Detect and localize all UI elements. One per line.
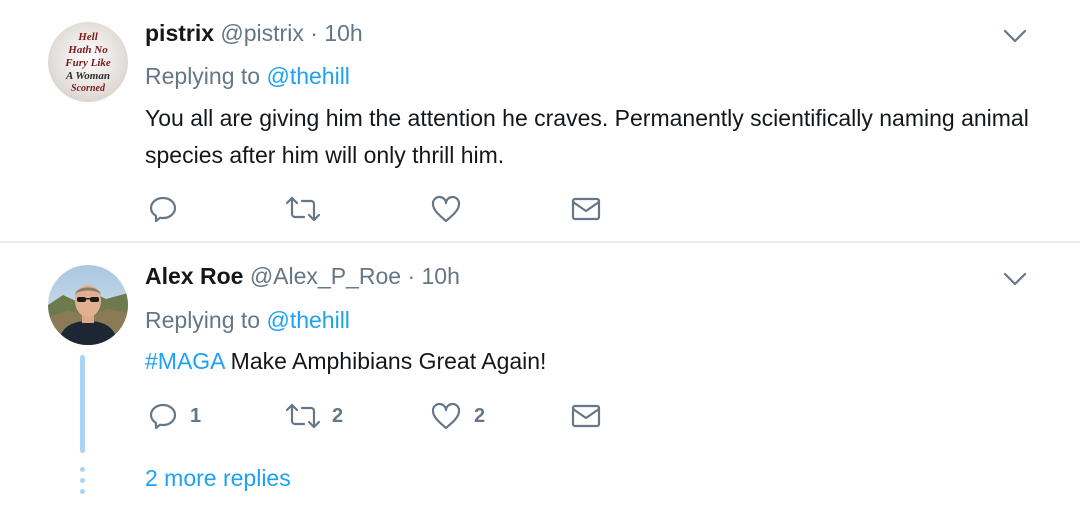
avatar-image: Hell Hath No Fury Like A Woman Scorned (48, 22, 128, 102)
timestamp[interactable]: 10h (422, 263, 460, 289)
user-handle[interactable]: @Alex_P_Roe (250, 263, 401, 289)
like-button[interactable]: 2 (430, 401, 485, 431)
direct-message-button[interactable] (570, 194, 602, 224)
chevron-down-icon[interactable] (1003, 271, 1027, 287)
like-count: 2 (474, 404, 486, 427)
reply-icon (148, 401, 178, 431)
retweet-icon (286, 401, 320, 431)
tweet-text: #MAGA Make Amphibians Great Again! (145, 343, 1045, 380)
thread-dot (80, 478, 85, 483)
tweet-text: You all are giving him the attention he … (145, 105, 1029, 168)
heart-icon (430, 194, 462, 224)
timestamp[interactable]: 10h (324, 20, 362, 46)
retweet-count: 2 (332, 404, 344, 427)
tweet-alex-roe[interactable]: Alex Roe @Alex_P_Roe · 10h Replying to @… (0, 243, 1080, 509)
tweet-header: pistrix @pistrix · 10h (145, 20, 363, 47)
replying-to: Replying to @thehill (145, 307, 350, 334)
svg-text:A Woman: A Woman (65, 70, 110, 82)
heart-icon (430, 401, 462, 431)
avatar[interactable]: Hell Hath No Fury Like A Woman Scorned (48, 22, 128, 102)
retweet-icon (286, 194, 320, 224)
thread-line (80, 355, 85, 453)
svg-text:Fury Like: Fury Like (64, 57, 111, 69)
reply-button[interactable]: 1 (148, 401, 201, 431)
tweet-body: Make Amphibians Great Again! (224, 348, 547, 374)
thread-dot (80, 467, 85, 472)
user-handle[interactable]: @pistrix (220, 20, 303, 46)
separator-dot: · (310, 20, 318, 46)
svg-text:Scorned: Scorned (71, 83, 106, 94)
svg-text:Hell: Hell (77, 31, 98, 43)
retweet-button[interactable] (286, 194, 320, 224)
replying-label: Replying to (145, 307, 261, 333)
reply-count: 1 (190, 404, 202, 427)
envelope-icon (570, 402, 602, 430)
display-name[interactable]: pistrix (145, 20, 214, 46)
tweet-header: Alex Roe @Alex_P_Roe · 10h (145, 263, 460, 290)
replying-to: Replying to @thehill (145, 63, 350, 90)
mention-link[interactable]: @thehill (266, 307, 349, 333)
chevron-down-icon[interactable] (1003, 28, 1027, 44)
more-replies-link[interactable]: 2 more replies (145, 465, 291, 492)
reply-icon (148, 194, 178, 224)
avatar[interactable] (48, 265, 128, 345)
tweet-actions (148, 194, 618, 224)
thread-dot (80, 489, 85, 494)
separator-dot: · (407, 263, 416, 289)
direct-message-button[interactable] (570, 401, 602, 431)
retweet-button[interactable]: 2 (286, 401, 343, 431)
like-button[interactable] (430, 194, 462, 224)
envelope-icon (570, 195, 602, 223)
mention-link[interactable]: @thehill (266, 63, 349, 89)
avatar-image (48, 265, 128, 345)
display-name[interactable]: Alex Roe (145, 263, 243, 289)
hashtag-link[interactable]: #MAGA (145, 348, 224, 374)
reply-button[interactable] (148, 194, 178, 224)
replying-label: Replying to (145, 63, 261, 89)
svg-text:Hath No: Hath No (67, 44, 108, 56)
tweet-pistrix[interactable]: Hell Hath No Fury Like A Woman Scorned p… (0, 0, 1080, 241)
tweet-actions: 1 2 2 (148, 401, 618, 431)
